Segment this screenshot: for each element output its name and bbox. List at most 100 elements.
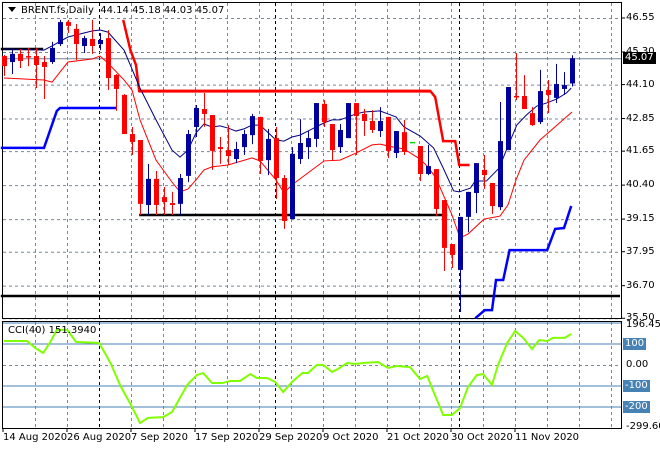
candle-body	[186, 134, 191, 176]
candle-body	[538, 91, 543, 123]
lower-channel-line	[474, 205, 573, 320]
cci-title: CCI(40) 151.3940	[8, 325, 97, 336]
time-axis-label: 11 Nov 2020	[515, 432, 580, 443]
candle-body	[154, 178, 159, 205]
cci-max-label: 196.4581	[626, 318, 660, 330]
price-axis-label: 46.55	[626, 12, 655, 23]
cci-panel-frame	[2, 321, 622, 429]
time-axis-label: 29 Sep 2020	[259, 432, 323, 443]
candle-body	[362, 113, 367, 121]
candle-body	[34, 56, 39, 66]
candle-body	[450, 244, 455, 255]
candle-body	[194, 107, 199, 127]
candle-body	[546, 90, 551, 95]
candle-body	[442, 200, 447, 248]
symbol-label: BRENT.fs,Daily	[21, 5, 94, 16]
candle-body	[98, 40, 103, 45]
candle-body	[570, 58, 575, 84]
lower-channel-line	[0, 106, 116, 150]
candle-body	[514, 95, 519, 98]
candle-body	[506, 87, 511, 151]
candle-body	[106, 38, 111, 79]
candle-body	[386, 116, 391, 151]
candle-body	[130, 134, 135, 142]
price-axis-label: 41.65	[626, 145, 655, 157]
ohlc-readout: 44.14 45.18 44.03 45.07	[100, 5, 225, 16]
candle-body	[346, 103, 351, 139]
candle-body	[466, 191, 471, 217]
candle-body	[394, 131, 399, 154]
cci-level-label: -100	[623, 380, 650, 392]
candle-body	[498, 141, 503, 208]
candle-body	[266, 138, 271, 161]
candle-body	[490, 182, 495, 207]
main-panel-frame	[2, 2, 622, 319]
current-price-box: 45.07	[623, 52, 656, 64]
candle-body	[530, 113, 535, 126]
candle-body	[290, 153, 295, 220]
candle-body	[314, 103, 319, 139]
candle-body	[562, 85, 567, 89]
candle-body	[18, 53, 23, 61]
chart-canvas[interactable]	[0, 0, 660, 450]
time-axis-label: 30 Oct 2020	[451, 432, 513, 443]
candle-body	[74, 28, 79, 45]
candle-body	[370, 120, 375, 130]
candle-body	[178, 178, 183, 204]
candle-body	[338, 129, 343, 148]
time-axis-label: 26 Aug 2020	[67, 432, 132, 443]
candle-body	[122, 94, 127, 135]
candle-body	[410, 141, 415, 144]
candle-body	[162, 197, 167, 202]
candle-body	[218, 147, 223, 149]
candle-body	[242, 134, 247, 148]
time-axis-label: 9 Oct 2020	[323, 432, 379, 443]
cci-level-label: -200	[623, 401, 650, 413]
candle-body	[322, 103, 327, 123]
candle-body	[202, 109, 207, 114]
candle-body	[474, 163, 479, 193]
time-axis-label: 21 Oct 2020	[387, 432, 449, 443]
candle-body	[10, 53, 15, 63]
price-axis-label: 36.70	[626, 279, 655, 291]
cci-level-label: 0.00	[626, 359, 649, 370]
fast-moving-average-line	[3, 29, 572, 193]
candle-body	[90, 38, 95, 46]
candle-body	[66, 22, 71, 26]
candle-body	[258, 116, 263, 161]
candle-body	[482, 169, 487, 176]
candle-body	[306, 138, 311, 148]
candle-body	[458, 216, 463, 270]
candle-body	[418, 145, 423, 174]
candle-body	[298, 143, 303, 160]
candle-body	[354, 103, 359, 117]
candle-body	[26, 56, 31, 58]
candle-body	[434, 169, 439, 210]
candle-body	[554, 84, 559, 98]
candle-body	[114, 75, 119, 89]
candle-body	[402, 132, 407, 152]
candle-body	[58, 22, 63, 45]
candle-body	[82, 38, 87, 46]
candle-body	[234, 148, 239, 160]
candle-body	[42, 62, 47, 67]
price-axis-label: 44.10	[626, 78, 655, 90]
chart-title: BRENT.fs,Daily 44.14 45.18 44.03 45.07	[8, 5, 224, 17]
candle-body	[426, 166, 431, 174]
price-axis-label: 39.15	[626, 213, 655, 225]
price-axis-label: 42.85	[626, 112, 655, 124]
slow-moving-average-line	[3, 55, 573, 239]
cci-level-label: 100	[623, 338, 647, 350]
candle-body	[138, 140, 143, 204]
candle-body	[210, 115, 215, 151]
candle-body	[50, 47, 55, 63]
candle-body	[226, 150, 231, 157]
cci-min-label: -299.603	[626, 421, 660, 432]
candle-body	[274, 138, 279, 179]
candle-body	[330, 123, 335, 151]
candle-body	[146, 178, 151, 205]
candle-body	[2, 56, 7, 67]
time-axis-label: 14 Aug 2020	[3, 432, 68, 443]
dropdown-triangle-icon[interactable]	[8, 7, 16, 12]
candle-body	[378, 120, 383, 132]
